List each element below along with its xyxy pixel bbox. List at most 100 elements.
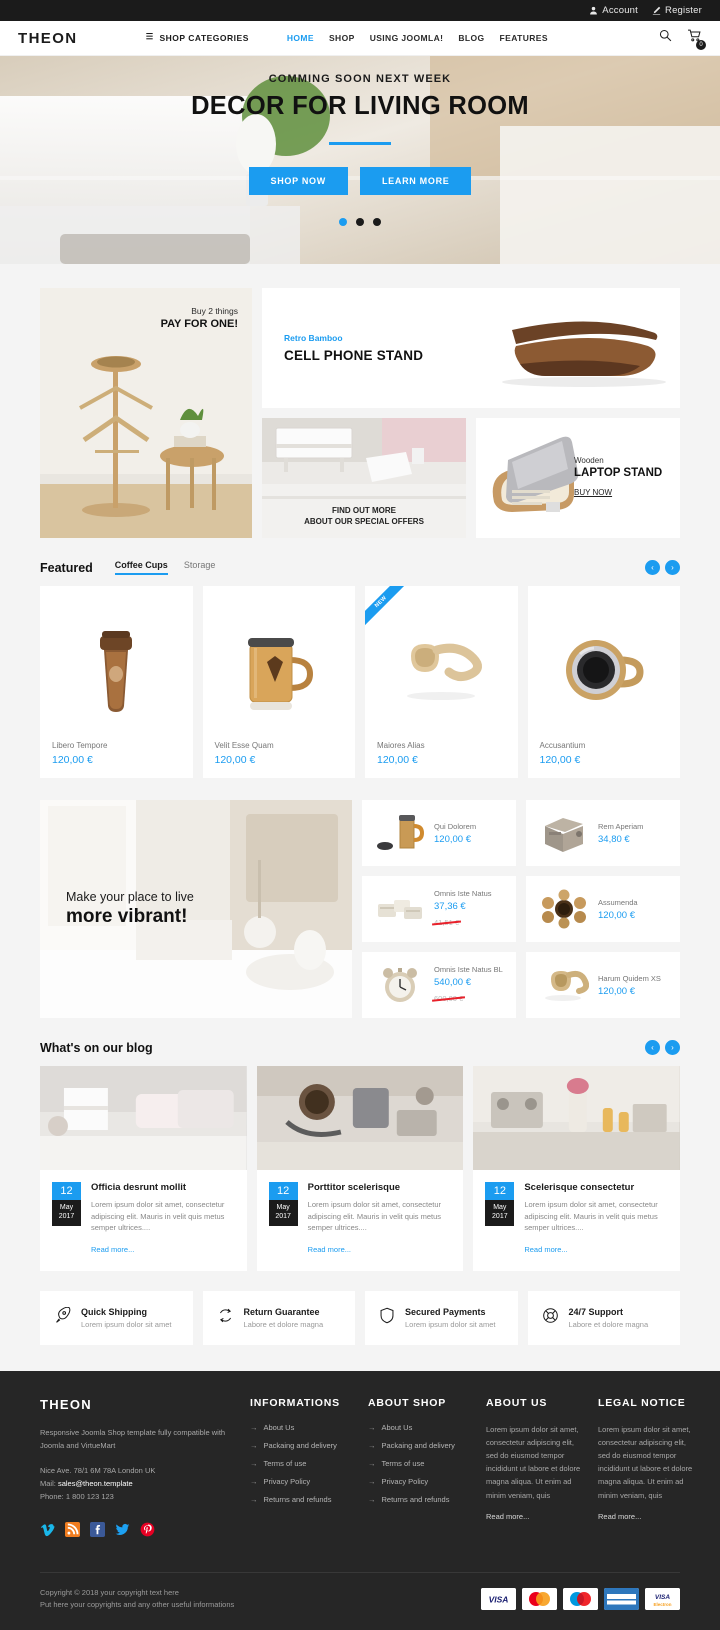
cart-button[interactable]: 0 (687, 29, 702, 47)
service-quick-shipping[interactable]: Quick Shipping Lorem ipsum dolor sit ame… (40, 1291, 193, 1345)
nav-item-using-joomla[interactable]: USING JOOMLA! (370, 33, 444, 43)
footer-list-item[interactable]: →About Us (368, 1423, 476, 1432)
svg-text:Electron: Electron (653, 1602, 671, 1607)
search-icon[interactable] (659, 29, 672, 47)
mini-product-card[interactable]: Omnis Iste Natus 37,36 € 41,51 € (362, 876, 516, 942)
service-title: 24/7 Support (569, 1307, 649, 1317)
tab-coffee-cups[interactable]: Coffee Cups (115, 560, 168, 575)
footer-list-item[interactable]: →Terms of use (250, 1459, 358, 1468)
service-subtitle: Lorem ipsum dolor sit amet (405, 1320, 495, 1329)
register-link[interactable]: Register (652, 5, 702, 16)
nav-item-blog[interactable]: BLOG (458, 33, 484, 43)
service-support[interactable]: 24/7 Support Labore et dolore magna (528, 1291, 681, 1345)
promo-tile-buy2[interactable]: Buy 2 things PAY FOR ONE! (40, 288, 252, 538)
footer-description: Responsive Joomla Shop template fully co… (40, 1426, 240, 1452)
hero-dot-1[interactable] (339, 218, 347, 226)
footer-brand-column: THEON Responsive Joomla Shop template fu… (40, 1397, 240, 1542)
mini-product-card[interactable]: Harum Quidem XS 120,00 € (526, 952, 680, 1018)
blog-card[interactable]: 12 May 2017 Scelerisque consectetur Lore… (473, 1066, 680, 1271)
svg-text:VISA: VISA (655, 1594, 670, 1601)
footer-link[interactable]: Returns and refunds (382, 1495, 450, 1504)
service-secured-payments[interactable]: Secured Payments Lorem ipsum dolor sit a… (365, 1291, 518, 1345)
footer-read-more-link[interactable]: Read more... (486, 1512, 529, 1521)
footer-column-informations: INFORMATIONS →About Us →Packaing and del… (250, 1397, 358, 1542)
product-card[interactable]: NEW Maiores Alias 120,00 € (365, 586, 518, 778)
promo-b2-line2: LAPTOP STAND (574, 467, 662, 479)
hero-title: DECOR FOR LIVING ROOM (191, 92, 529, 121)
footer-link[interactable]: Packaing and delivery (382, 1441, 455, 1450)
promo-tile-laptop-stand[interactable]: Wooden LAPTOP STAND BUY NOW (476, 418, 680, 538)
learn-more-button[interactable]: LEARN MORE (360, 167, 472, 195)
pinterest-icon[interactable] (140, 1522, 155, 1542)
mini-product-name: Omnis Iste Natus (434, 889, 492, 898)
refresh-icon (217, 1307, 234, 1329)
product-name: Maiores Alias (377, 741, 506, 750)
hero-slider: COMMING SOON NEXT WEEK DECOR FOR LIVING … (0, 56, 720, 264)
mini-product-old-price: 41,51 € (434, 918, 459, 927)
mini-product-card[interactable]: Qui Dolorem 120,00 € (362, 800, 516, 866)
promo-tall-caption: Buy 2 things PAY FOR ONE! (161, 306, 238, 330)
footer-list-item[interactable]: →Privacy Policy (250, 1477, 358, 1486)
facebook-icon[interactable] (90, 1522, 105, 1542)
footer-list-item[interactable]: →Terms of use (368, 1459, 476, 1468)
featured-section-header: Featured Coffee Cups Storage ‹ › (40, 538, 680, 586)
mini-product-card[interactable]: Assumenda 120,00 € (526, 876, 680, 942)
blog-read-more-link[interactable]: Read more... (308, 1245, 351, 1254)
blog-read-more-link[interactable]: Read more... (91, 1245, 134, 1254)
twitter-icon[interactable] (115, 1522, 130, 1542)
footer-link[interactable]: Terms of use (264, 1459, 307, 1468)
blog-date-day: 12 (269, 1182, 298, 1200)
blog-read-more-link[interactable]: Read more... (524, 1245, 567, 1254)
blog-date-month: May (52, 1203, 81, 1212)
mini-product-card[interactable]: Omnis Iste Natus BL 540,00 € 600,00 € (362, 952, 516, 1018)
footer-link[interactable]: About Us (264, 1423, 295, 1432)
shop-categories-button[interactable]: SHOP CATEGORIES (146, 33, 249, 43)
nav-item-shop[interactable]: SHOP (329, 33, 355, 43)
footer-link[interactable]: Returns and refunds (264, 1495, 332, 1504)
featured-prev-button[interactable]: ‹ (645, 560, 660, 575)
arrow-right-icon: → (368, 1441, 376, 1450)
promo-tile-special-offers[interactable]: FIND OUT MORE ABOUT OUR SPECIAL OFFERS (262, 418, 466, 538)
account-link[interactable]: Account (589, 5, 638, 16)
footer-list-item[interactable]: →Returns and refunds (368, 1495, 476, 1504)
shop-now-button[interactable]: SHOP NOW (249, 167, 348, 195)
blog-prev-button[interactable]: ‹ (645, 1040, 660, 1055)
footer-mail-value[interactable]: sales@theon.template (58, 1479, 133, 1488)
blog-next-button[interactable]: › (665, 1040, 680, 1055)
product-price: 120,00 € (52, 754, 181, 766)
footer-link[interactable]: About Us (382, 1423, 413, 1432)
footer-list-item[interactable]: → Packaing and delivery (368, 1441, 476, 1450)
tab-storage[interactable]: Storage (184, 560, 216, 575)
vimeo-icon[interactable] (40, 1522, 55, 1542)
site-logo[interactable]: THEON (18, 30, 78, 47)
footer-list-item[interactable]: →Packaing and delivery (250, 1441, 358, 1450)
product-card[interactable]: Accusantium 120,00 € (528, 586, 681, 778)
vibrant-banner[interactable]: Make your place to live more vibrant! (40, 800, 352, 1018)
buy-now-link[interactable]: BUY NOW (574, 488, 612, 497)
blog-date-month-year: May 2017 (269, 1200, 298, 1226)
service-return-guarantee[interactable]: Return Guarantee Labore et dolore magna (203, 1291, 356, 1345)
footer-list-item[interactable]: →Privacy Policy (368, 1477, 476, 1486)
footer-list-item[interactable]: →About Us (250, 1423, 358, 1432)
promo-tile-cellphone-stand[interactable]: Retro Bamboo CELL PHONE STAND (262, 288, 680, 408)
product-card[interactable]: Velit Esse Quam 120,00 € (203, 586, 356, 778)
hero-dot-2[interactable] (356, 218, 364, 226)
nav-item-features[interactable]: FEATURES (500, 33, 548, 43)
nav-item-home[interactable]: HOME (287, 33, 314, 43)
product-image-libero-tempore (52, 598, 181, 741)
footer-link[interactable]: Packaing and delivery (264, 1441, 337, 1450)
product-card[interactable]: Libero Tempore 120,00 € (40, 586, 193, 778)
featured-next-button[interactable]: › (665, 560, 680, 575)
mini-product-card[interactable]: Rem Aperiam 34,80 € (526, 800, 680, 866)
rss-icon[interactable] (65, 1522, 80, 1542)
footer-link[interactable]: Terms of use (382, 1459, 425, 1468)
blog-card[interactable]: 12 May 2017 Officia desrunt mollit Lorem… (40, 1066, 247, 1271)
footer-read-more-link[interactable]: Read more... (598, 1512, 641, 1521)
blog-card[interactable]: 12 May 2017 Porttitor scelerisque Lorem … (257, 1066, 464, 1271)
footer-phone-value: 1 800 123 123 (66, 1492, 114, 1501)
footer-link[interactable]: Privacy Policy (264, 1477, 311, 1486)
hero-dot-3[interactable] (373, 218, 381, 226)
footer-list-item[interactable]: →Returns and refunds (250, 1495, 358, 1504)
main-navigation: HOME SHOP USING JOOMLA! BLOG FEATURES (287, 33, 548, 43)
footer-link[interactable]: Privacy Policy (382, 1477, 429, 1486)
